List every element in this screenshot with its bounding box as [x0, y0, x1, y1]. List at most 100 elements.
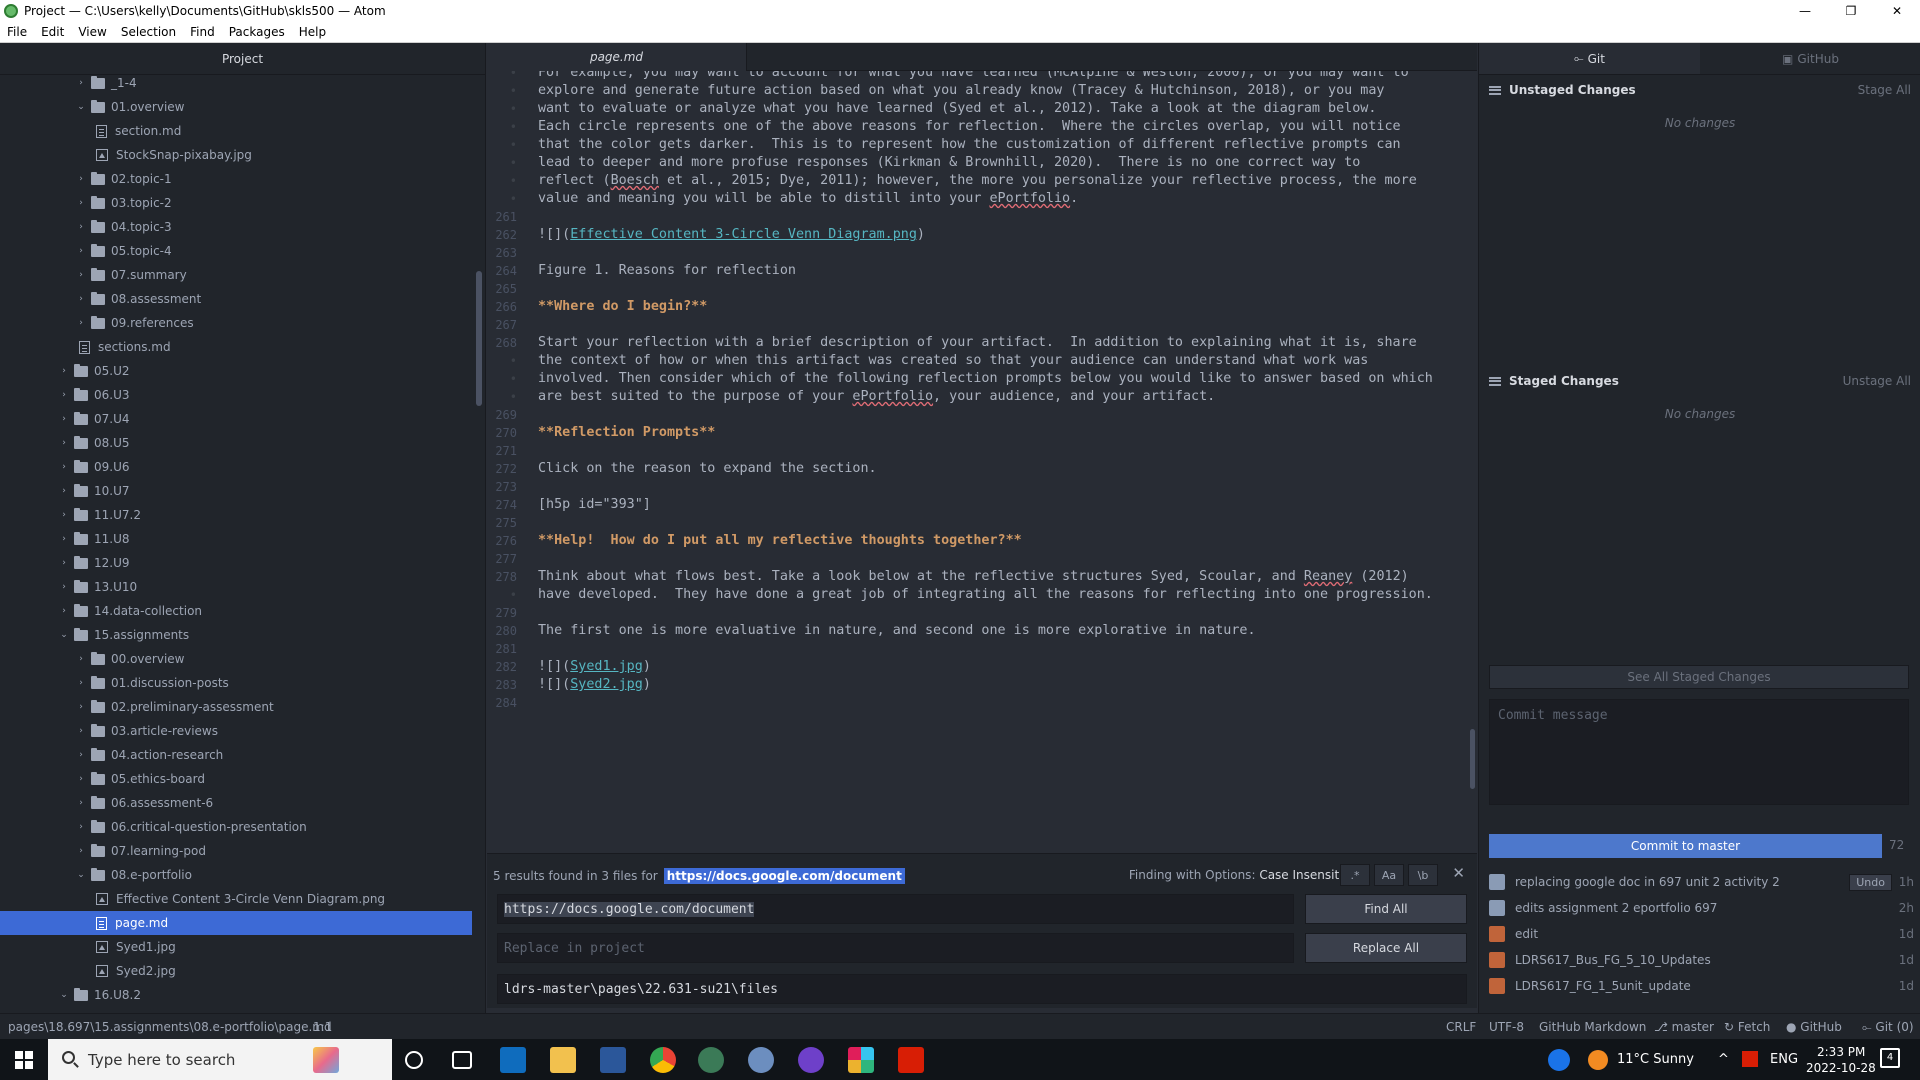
weather-icon[interactable]: [1588, 1050, 1608, 1070]
chevron-right-icon[interactable]: ›: [58, 510, 70, 520]
tree-folder[interactable]: › 11.U8: [0, 527, 472, 551]
task-view-icon[interactable]: [452, 1051, 472, 1069]
chevron-right-icon[interactable]: ›: [58, 534, 70, 544]
tree-folder[interactable]: › 12.U9: [0, 551, 472, 575]
chrome-icon[interactable]: [650, 1047, 676, 1073]
tree-folder[interactable]: › 06.U3: [0, 383, 472, 407]
editor-line[interactable]: 284: [487, 692, 1477, 714]
chevron-right-icon[interactable]: ›: [75, 318, 87, 328]
chevron-right-icon[interactable]: ›: [75, 702, 87, 712]
git-status-button[interactable]: ⟜ Git (0): [1862, 1020, 1914, 1035]
tree-folder[interactable]: › 04.topic-3: [0, 215, 472, 239]
editor-scrollbar[interactable]: [1470, 729, 1475, 789]
file-explorer-icon[interactable]: [550, 1047, 576, 1073]
line-ending[interactable]: CRLF: [1446, 1020, 1476, 1034]
whole-word-toggle-button[interactable]: \b: [1408, 864, 1438, 886]
commit-message-input[interactable]: Commit message: [1489, 699, 1909, 805]
close-button[interactable]: ✕: [1874, 0, 1920, 21]
outlook-icon[interactable]: [500, 1047, 526, 1073]
tree-folder[interactable]: › 08.U5: [0, 431, 472, 455]
tray-chevron-icon[interactable]: ^: [1718, 1052, 1729, 1067]
tree-folder[interactable]: › 02.preliminary-assessment: [0, 695, 472, 719]
chevron-right-icon[interactable]: ›: [75, 294, 87, 304]
chevron-right-icon[interactable]: ›: [75, 846, 87, 856]
tree-file[interactable]: Syed2.jpg: [0, 959, 472, 983]
tree-file[interactable]: page.md: [0, 911, 472, 935]
weather-text[interactable]: 11°C Sunny: [1617, 1052, 1694, 1067]
tree-folder[interactable]: › 07.U4: [0, 407, 472, 431]
chevron-right-icon[interactable]: ›: [58, 414, 70, 424]
acrobat-icon[interactable]: [898, 1047, 924, 1073]
tree-folder[interactable]: › 06.assessment-6: [0, 791, 472, 815]
language-indicator[interactable]: ENG: [1770, 1052, 1798, 1067]
see-all-staged-button[interactable]: See All Staged Changes: [1489, 665, 1909, 689]
replace-input[interactable]: Replace in project: [497, 933, 1294, 963]
chevron-right-icon[interactable]: ›: [58, 582, 70, 592]
close-find-icon[interactable]: ✕: [1452, 864, 1465, 882]
menu-help[interactable]: Help: [292, 25, 333, 39]
markdown-link[interactable]: Effective Content 3-Circle Venn Diagram.…: [570, 227, 917, 242]
tree-scrollbar[interactable]: [476, 271, 482, 406]
paths-input[interactable]: ldrs-master\pages\22.631-su21\files: [497, 974, 1467, 1004]
chevron-right-icon[interactable]: ›: [75, 798, 87, 808]
regex-toggle-button[interactable]: .*: [1340, 864, 1370, 886]
notification-center-icon[interactable]: 4: [1880, 1048, 1900, 1068]
tree-folder[interactable]: ⌄ 01.overview: [0, 95, 472, 119]
tree-file[interactable]: StockSnap-pixabay.jpg: [0, 143, 472, 167]
chevron-right-icon[interactable]: ›: [58, 366, 70, 376]
help-icon[interactable]: [1548, 1049, 1570, 1071]
word-icon[interactable]: [600, 1047, 626, 1073]
tree-file[interactable]: sections.md: [0, 335, 472, 359]
taskbar-search-box[interactable]: Type here to search: [48, 1039, 392, 1080]
atom-taskbar-icon[interactable]: [698, 1047, 724, 1073]
commit-button[interactable]: Commit to master: [1489, 834, 1882, 858]
chevron-right-icon[interactable]: ›: [75, 270, 87, 280]
tree-folder[interactable]: › _1-4: [0, 71, 472, 95]
chevron-down-icon[interactable]: ⌄: [75, 870, 87, 880]
tree-folder[interactable]: › 09.references: [0, 311, 472, 335]
slack-icon[interactable]: [848, 1047, 874, 1073]
menu-packages[interactable]: Packages: [222, 25, 292, 39]
chevron-down-icon[interactable]: ⌄: [75, 102, 87, 112]
cortana-icon[interactable]: [405, 1051, 423, 1069]
maximize-button[interactable]: ❐: [1828, 0, 1874, 21]
tree-folder[interactable]: ⌄ 16.U8.2: [0, 983, 472, 1007]
tree-folder[interactable]: › 14.data-collection: [0, 599, 472, 623]
search-highlight-icon[interactable]: [313, 1047, 339, 1073]
cursor-position[interactable]: 1:1: [313, 1020, 332, 1034]
text-editor[interactable]: • For example, you may want to account fo…: [487, 71, 1477, 853]
chevron-right-icon[interactable]: ›: [58, 390, 70, 400]
github-status-button[interactable]: ● GitHub: [1786, 1020, 1842, 1034]
tree-folder[interactable]: › 06.critical-question-presentation: [0, 815, 472, 839]
r-icon[interactable]: [748, 1047, 774, 1073]
tree-folder[interactable]: › 01.discussion-posts: [0, 671, 472, 695]
tree-folder[interactable]: › 10.U7: [0, 479, 472, 503]
markdown-link[interactable]: Syed2.jpg: [570, 677, 643, 692]
file-path[interactable]: pages\18.697\15.assignments\08.e-portfol…: [8, 1020, 332, 1034]
tree-folder[interactable]: › 05.U2: [0, 359, 472, 383]
markdown-link[interactable]: Syed1.jpg: [570, 659, 643, 674]
tree-file[interactable]: section.md: [0, 119, 472, 143]
encoding[interactable]: UTF-8: [1489, 1020, 1524, 1034]
menu-find[interactable]: Find: [183, 25, 222, 39]
tree-folder[interactable]: › 00.overview: [0, 647, 472, 671]
chevron-right-icon[interactable]: ›: [75, 174, 87, 184]
tree-folder[interactable]: › 05.ethics-board: [0, 767, 472, 791]
tree-folder[interactable]: › 05.topic-4: [0, 239, 472, 263]
clock-time[interactable]: 2:33 PM: [1817, 1045, 1865, 1059]
tree-folder[interactable]: › 13.U10: [0, 575, 472, 599]
branch-indicator[interactable]: ⎇ master: [1654, 1020, 1714, 1034]
commit-item[interactable]: LDRS617_Bus_FG_5_10_Updates 1d: [1489, 947, 1914, 973]
chevron-right-icon[interactable]: ›: [75, 750, 87, 760]
chevron-right-icon[interactable]: ›: [75, 222, 87, 232]
tree-folder[interactable]: › 03.article-reviews: [0, 719, 472, 743]
menu-file[interactable]: File: [0, 25, 34, 39]
grammar[interactable]: GitHub Markdown: [1539, 1020, 1646, 1034]
chevron-right-icon[interactable]: ›: [75, 822, 87, 832]
unstage-all-button[interactable]: Unstage All: [1843, 374, 1911, 388]
tree-folder[interactable]: › 07.learning-pod: [0, 839, 472, 863]
acrobat-tray-icon[interactable]: [1742, 1051, 1758, 1067]
case-toggle-button[interactable]: Aa: [1374, 864, 1404, 886]
tree-folder[interactable]: › 03.topic-2: [0, 191, 472, 215]
tree-folder[interactable]: › 07.summary: [0, 263, 472, 287]
